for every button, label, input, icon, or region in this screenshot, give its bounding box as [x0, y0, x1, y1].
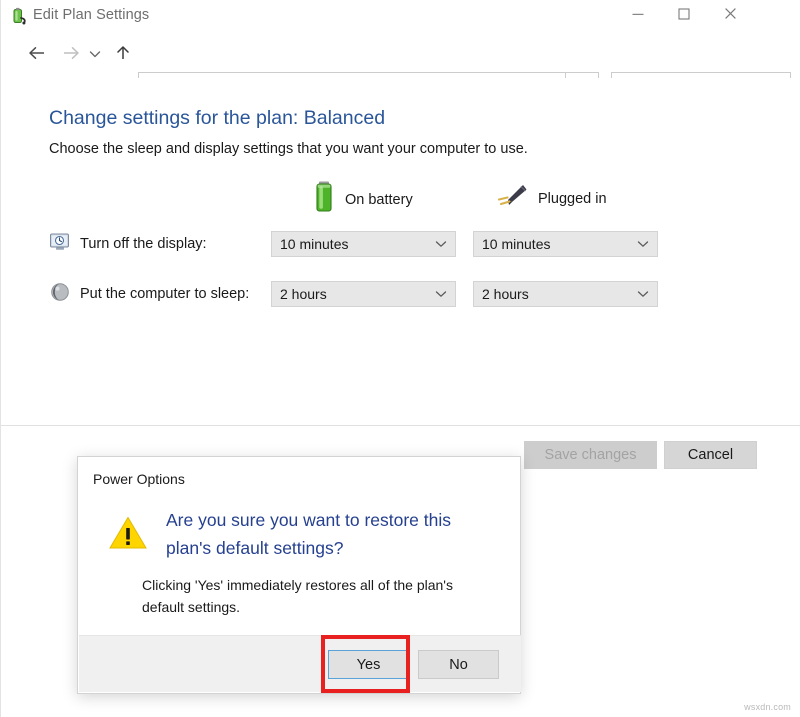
- dropdown-value: 10 minutes: [280, 236, 348, 252]
- close-icon: [723, 6, 738, 26]
- dialog-title: Power Options: [93, 471, 185, 487]
- forward-arrow-icon: [61, 45, 81, 66]
- maximize-icon: [677, 7, 691, 26]
- title-bar: Edit Plan Settings: [1, 0, 800, 33]
- power-plug-icon: [495, 180, 529, 217]
- maximize-button[interactable]: [661, 0, 707, 32]
- dropdown-sleep-on-battery[interactable]: 2 hours: [271, 281, 456, 307]
- dialog-button-bar: Yes No: [79, 635, 521, 692]
- column-header-on-battery: On battery: [313, 180, 413, 219]
- dropdown-value: 10 minutes: [482, 236, 550, 252]
- chevron-down-icon: [435, 238, 447, 250]
- column-label-plugged-in: Plugged in: [538, 191, 607, 207]
- navigation-bar: « ❯ Power Options ❯ Edit Plan Settings: [1, 33, 800, 78]
- chevron-down-icon: [88, 46, 102, 64]
- dropdown-value: 2 hours: [280, 286, 327, 302]
- back-button[interactable]: [23, 41, 51, 69]
- setting-label-put-computer-to-sleep: Put the computer to sleep:: [80, 286, 249, 302]
- setting-row-put-computer-to-sleep: Put the computer to sleep:: [49, 281, 249, 307]
- column-header-plugged-in: Plugged in: [495, 180, 607, 217]
- sleep-moon-icon: [49, 281, 71, 308]
- dropdown-sleep-plugged-in[interactable]: 2 hours: [473, 281, 658, 307]
- power-options-dialog: Power Options Are you sure you want to r…: [77, 456, 521, 694]
- dropdown-turn-off-display-on-battery[interactable]: 10 minutes: [271, 231, 456, 257]
- minimize-icon: [631, 7, 645, 26]
- monitor-clock-icon: [49, 232, 71, 257]
- page-title: Change settings for the plan: Balanced: [49, 107, 385, 130]
- watermark: wsxdn.com: [744, 702, 791, 712]
- up-arrow-icon: [115, 44, 131, 67]
- back-arrow-icon: [27, 45, 47, 66]
- page-subtitle: Choose the sleep and display settings th…: [49, 141, 528, 157]
- forward-button[interactable]: [57, 41, 85, 69]
- save-changes-button[interactable]: Save changes: [524, 441, 657, 469]
- column-label-on-battery: On battery: [345, 192, 413, 208]
- recent-locations-button[interactable]: [85, 41, 105, 69]
- chevron-down-icon: [435, 288, 447, 300]
- dialog-message: Are you sure you want to restore this pl…: [166, 506, 496, 562]
- dialog-no-button[interactable]: No: [418, 650, 499, 679]
- window-title: Edit Plan Settings: [33, 7, 149, 23]
- power-plan-icon: [10, 7, 28, 25]
- up-button[interactable]: [109, 41, 137, 69]
- dropdown-turn-off-display-plugged-in[interactable]: 10 minutes: [473, 231, 658, 257]
- dropdown-value: 2 hours: [482, 286, 529, 302]
- chevron-down-icon: [637, 238, 649, 250]
- cancel-button[interactable]: Cancel: [664, 441, 757, 469]
- battery-icon: [313, 180, 336, 219]
- setting-row-turn-off-display: Turn off the display:: [49, 231, 207, 257]
- main-content: Change settings for the plan: Balanced C…: [1, 78, 800, 425]
- minimize-button[interactable]: [615, 0, 661, 32]
- setting-label-turn-off-display: Turn off the display:: [80, 236, 207, 252]
- chevron-down-icon: [637, 288, 649, 300]
- warning-triangle-icon: [108, 515, 148, 551]
- dialog-yes-button[interactable]: Yes: [328, 650, 409, 679]
- close-button[interactable]: [707, 0, 753, 32]
- dialog-detail-text: Clicking 'Yes' immediately restores all …: [142, 574, 482, 618]
- control-panel-window: Edit Plan Settings: [0, 0, 800, 717]
